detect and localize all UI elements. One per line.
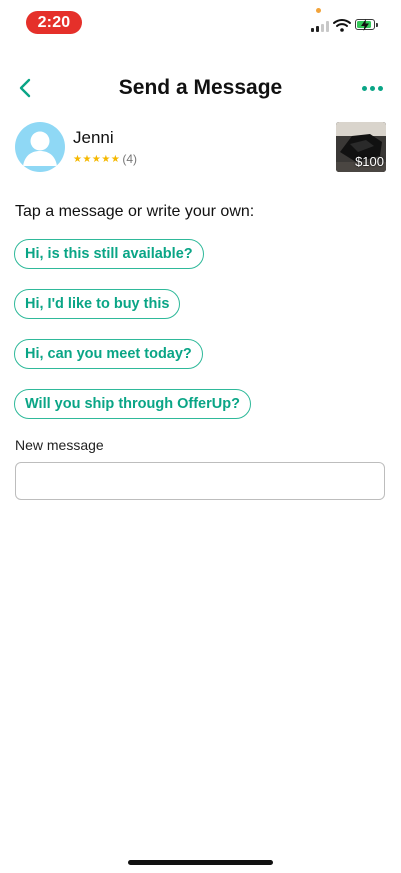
wifi-icon (333, 19, 351, 32)
quick-reply-prompt: Tap a message or write your own: (15, 203, 255, 220)
page-title: Send a Message (118, 76, 283, 99)
seller-avatar[interactable] (15, 122, 65, 172)
status-time: 2:20 (26, 11, 82, 34)
user-avatar-icon (23, 131, 57, 166)
seller-name[interactable]: Jenni (73, 128, 114, 148)
more-options-button[interactable] (362, 80, 384, 96)
new-message-label: New message (15, 437, 104, 453)
cellular-signal-icon (311, 21, 329, 32)
suggestion-ship-offerup[interactable]: Will you ship through OfferUp? (14, 389, 251, 419)
item-thumbnail[interactable]: $100 (336, 122, 386, 172)
rating-count: (4) (122, 152, 137, 166)
seller-rating: ★★★★★ (4) (73, 152, 137, 166)
new-message-input[interactable] (15, 462, 385, 500)
battery-charging-icon (355, 19, 379, 31)
home-indicator[interactable] (128, 860, 273, 865)
status-bar: 2:20 (0, 0, 401, 46)
privacy-indicator-dot (316, 8, 321, 13)
suggestion-meet-today[interactable]: Hi, can you meet today? (14, 339, 203, 369)
item-price: $100 (355, 154, 384, 169)
nav-header: Send a Message (0, 70, 401, 106)
suggestion-still-available[interactable]: Hi, is this still available? (14, 239, 204, 269)
rating-stars: ★★★★★ (73, 153, 121, 165)
suggestion-buy-this[interactable]: Hi, I'd like to buy this (14, 289, 181, 319)
